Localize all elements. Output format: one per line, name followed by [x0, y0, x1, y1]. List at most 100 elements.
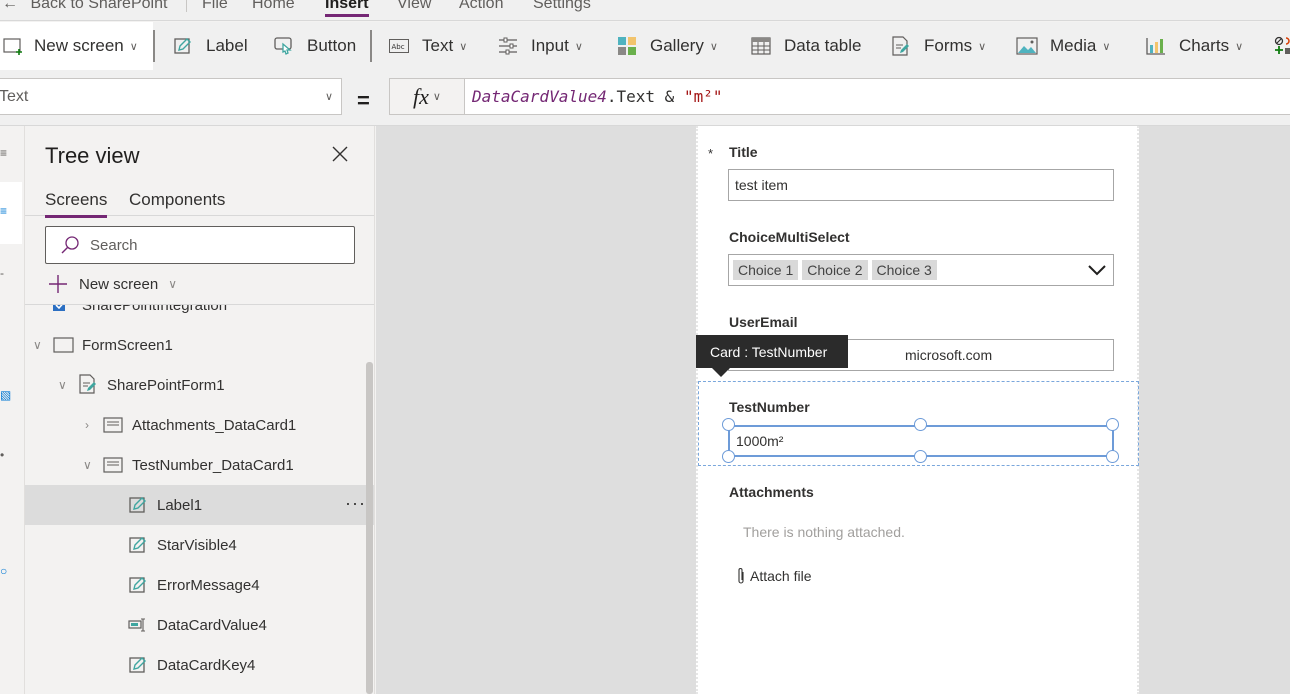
resize-handle[interactable]: [722, 450, 735, 463]
forms-button[interactable]: Forms ∨: [890, 22, 986, 70]
ai-builder-icon: [1272, 35, 1290, 57]
chevron-down-icon: ∨: [574, 40, 583, 53]
tree-node-sharepointform1[interactable]: ∨ SharePointForm1: [25, 365, 374, 405]
button-button[interactable]: Button: [273, 22, 356, 70]
ribbon-separator: [153, 30, 155, 62]
more-options-icon[interactable]: ···: [345, 493, 366, 514]
data-table-button[interactable]: Data table: [750, 22, 862, 70]
chevron-down-icon[interactable]: ∨: [83, 458, 92, 472]
screen-icon: [53, 337, 75, 353]
ai-builder-button[interactable]: [1272, 22, 1290, 70]
back-to-sharepoint-link[interactable]: ← Back to SharePoint: [2, 0, 167, 13]
menu-separator: [186, 0, 187, 12]
tree-scrollbar[interactable]: [366, 362, 373, 694]
charts-button[interactable]: Charts ∨: [1145, 22, 1243, 70]
new-screen-button[interactable]: New screen ∨: [0, 22, 153, 70]
resize-handle[interactable]: [1106, 418, 1119, 431]
tree-view-panel: Tree view Screens Components Search New …: [25, 126, 375, 694]
choice-combobox[interactable]: Choice 1 Choice 2 Choice 3: [728, 254, 1114, 286]
search-input[interactable]: Search: [45, 226, 355, 264]
label-icon: [172, 35, 194, 57]
tree-node-datacardkey4[interactable]: DataCardKey4: [25, 645, 374, 685]
gallery-icon: [616, 35, 638, 57]
new-screen-icon: [2, 35, 24, 57]
label-icon: [129, 576, 147, 594]
tree-node-label1[interactable]: Label1 ···: [25, 485, 374, 525]
testnumber-label: TestNumber: [729, 399, 810, 415]
back-arrow-icon: ←: [2, 0, 18, 12]
insert-rail-icon[interactable]: -: [0, 266, 4, 280]
rail-selected-item[interactable]: ≡: [0, 182, 22, 244]
menu-file[interactable]: File: [202, 0, 228, 13]
chevron-down-icon[interactable]: [1087, 261, 1107, 282]
chevron-down-icon[interactable]: ∨: [33, 338, 42, 352]
choice-chip[interactable]: Choice 2: [802, 260, 868, 280]
card-tooltip: Card : TestNumber: [696, 335, 848, 377]
input-button[interactable]: Input ∨: [497, 22, 583, 70]
input-sliders-icon: [497, 35, 519, 57]
left-rail: ≡ ≡ - ▧ • ○: [0, 126, 25, 694]
menu-action[interactable]: Action: [459, 0, 503, 13]
gallery-button[interactable]: Gallery ∨: [616, 22, 718, 70]
menu-home[interactable]: Home: [252, 0, 295, 13]
chevron-down-icon: ∨: [709, 40, 718, 53]
menu-insert[interactable]: Insert: [325, 0, 369, 17]
fx-icon: fx: [413, 83, 429, 109]
menu-view[interactable]: View: [397, 0, 431, 13]
function-dropdown[interactable]: fx ∨: [389, 78, 465, 115]
resize-handle[interactable]: [1106, 450, 1119, 463]
chevron-down-icon: ∨: [1235, 40, 1244, 53]
tab-components[interactable]: Components: [129, 190, 225, 210]
formula-operator: &: [655, 87, 684, 106]
tree-node-attachments-datacard1[interactable]: › Attachments_DataCard1: [25, 405, 374, 445]
menu-bar: ← Back to SharePoint File Home Insert Vi…: [0, 0, 1290, 21]
choice-chip[interactable]: Choice 1: [733, 260, 799, 280]
chevron-down-icon: ∨: [978, 40, 987, 53]
formula-input[interactable]: DataCardValue4 .Text & "m²": [464, 78, 1290, 115]
close-icon[interactable]: [330, 144, 354, 168]
text-button[interactable]: Abc Text ∨: [388, 22, 467, 70]
chevron-down-icon: ∨: [459, 40, 468, 53]
tree-node-testnumber-datacard1[interactable]: ∨ TestNumber_DataCard1: [25, 445, 374, 485]
chevron-down-icon: ∨: [129, 40, 138, 53]
tree-node-formscreen1[interactable]: ∨ FormScreen1: [25, 325, 374, 365]
resize-handle[interactable]: [914, 450, 927, 463]
sharepoint-form[interactable]: * Title test item ChoiceMultiSelect Choi…: [696, 126, 1139, 694]
media-button[interactable]: Media ∨: [1016, 22, 1110, 70]
insert-ribbon: New screen ∨ Label Button Abc Text ∨ Inp…: [0, 22, 1290, 70]
formula-member: .Text: [606, 87, 656, 106]
tree-view-rail-icon[interactable]: ≡: [0, 146, 7, 160]
tree-node-sharepointintegration[interactable]: SharePointIntegration: [25, 305, 374, 325]
data-rail-icon[interactable]: ▧: [0, 388, 11, 402]
choice-chip[interactable]: Choice 3: [871, 260, 937, 280]
forms-icon: [890, 35, 912, 57]
tree-node-starvisible4[interactable]: StarVisible4: [25, 525, 374, 565]
email-label: UserEmail: [729, 314, 798, 330]
tree-node-errormessage4[interactable]: ErrorMessage4: [25, 565, 374, 605]
text-input-icon: [128, 617, 148, 633]
tree-node-datacardvalue4[interactable]: DataCardValue4: [25, 605, 374, 645]
datacard-icon: [103, 417, 123, 433]
chevron-down-icon[interactable]: ∨: [58, 378, 67, 392]
plus-icon: [49, 275, 67, 293]
property-dropdown[interactable]: Text ∨: [0, 78, 342, 115]
menu-settings[interactable]: Settings: [533, 0, 591, 13]
resize-handle[interactable]: [914, 418, 927, 431]
attach-file-button[interactable]: Attach file: [736, 567, 811, 585]
label-button[interactable]: Label: [172, 22, 248, 70]
resize-handle[interactable]: [722, 418, 735, 431]
equals-sign: =: [357, 88, 370, 113]
label-icon: [129, 496, 147, 514]
datacard-icon: [103, 457, 123, 473]
media-image-icon: [1016, 35, 1038, 57]
new-screen-link[interactable]: New screen ∨: [47, 273, 177, 295]
data-table-icon: [750, 35, 772, 57]
media-rail-icon[interactable]: •: [0, 448, 4, 462]
chevron-right-icon[interactable]: ›: [85, 418, 89, 432]
advanced-rail-icon[interactable]: ○: [0, 564, 7, 578]
chevron-down-icon: ∨: [168, 277, 177, 291]
tree-tabs: Screens Components: [25, 186, 374, 218]
title-input[interactable]: test item: [728, 169, 1114, 201]
required-star: *: [708, 146, 714, 161]
tab-screens[interactable]: Screens: [45, 190, 108, 218]
